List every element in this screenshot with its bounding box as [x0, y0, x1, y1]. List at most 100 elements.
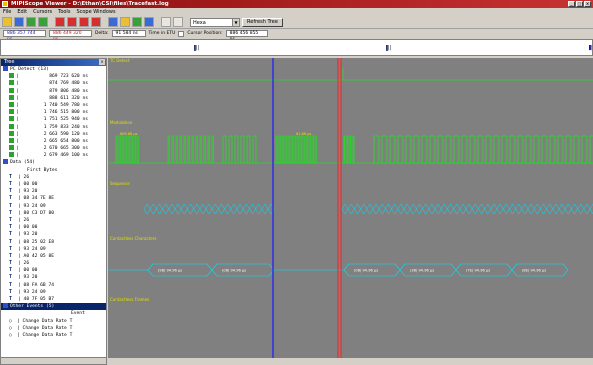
settings-icon[interactable]	[144, 17, 154, 27]
find-icon[interactable]	[120, 17, 130, 27]
tree-time-row[interactable]: | 888 611 320 ns	[1, 94, 106, 102]
tree-data-row[interactable]: T | 00 00	[1, 181, 106, 188]
tree-group-other-events[interactable]: Other Events (5)	[1, 303, 106, 311]
modulation-pulse	[207, 135, 210, 164]
tree-time-row[interactable]: | 879 806 480 ns	[1, 87, 106, 95]
modulation-pulse	[493, 135, 500, 164]
modulation-pulse	[429, 135, 436, 164]
modulation-pulse	[167, 135, 170, 164]
open-folder-icon[interactable]	[2, 17, 12, 27]
first-bytes-header: First Bytes	[27, 167, 58, 173]
tree-time-row[interactable]: | 1 751 525 940 ns	[1, 116, 106, 123]
transfer-icon: T	[9, 274, 13, 281]
tree-data-row[interactable]: T | A0 42 05 8E	[1, 253, 106, 260]
tree-group-data[interactable]: Data (54)	[1, 159, 106, 166]
tree-time-row[interactable]: | 1 746 515 800 ns	[1, 109, 106, 116]
menu-tools[interactable]: Tools	[58, 8, 70, 16]
tree-data-row[interactable]: T | 08 25 02 E8	[1, 239, 106, 246]
modulation-pulse	[133, 135, 136, 164]
sequence-symbol	[224, 203, 232, 215]
cursor1-time-field[interactable]: 886 357 744 ns	[3, 30, 46, 42]
sequence-symbol	[533, 203, 541, 215]
cursor-position-field[interactable]: 886 456 855 ns	[225, 30, 268, 42]
tree-data-row[interactable]: T | 26	[1, 260, 106, 267]
zoom-out-icon[interactable]	[38, 17, 48, 27]
menu-cursors[interactable]: Cursors	[33, 8, 52, 16]
zoom-in-icon[interactable]	[26, 17, 36, 27]
channel-label: Contactless Frames	[110, 297, 149, 302]
overview-timeline[interactable]: ||| ||| |||	[0, 39, 593, 56]
tree-data-row[interactable]: T | 00 00	[1, 267, 106, 274]
waveform-canvas[interactable]: TC Detect Modulation Sequence Contactless C…	[108, 58, 593, 365]
tree-data-row[interactable]: T | 26	[1, 174, 106, 181]
refresh-tree-button[interactable]: Refresh Tree	[242, 17, 283, 27]
sequence-symbol	[174, 203, 182, 215]
save-icon[interactable]	[14, 17, 24, 27]
cursor-icon[interactable]	[55, 17, 65, 27]
modulation-pulse	[389, 135, 396, 164]
modulation-pulse	[299, 135, 302, 164]
sequence-symbol	[242, 203, 250, 215]
tree-time-row[interactable]: | 2 670 665 300 ns	[1, 145, 106, 152]
cursor-next-icon[interactable]	[67, 17, 77, 27]
menu-file[interactable]: File	[3, 8, 11, 16]
sequence-symbol	[453, 203, 461, 215]
chevron-down-icon[interactable]: ▼	[232, 18, 239, 26]
tree-data-row[interactable]: T | 93 20	[1, 231, 106, 238]
tree-time-row[interactable]: | 1 740 549 780 ns	[1, 101, 106, 109]
modulation-pulse	[195, 135, 198, 164]
sequence-symbol	[583, 203, 591, 215]
modulation-pulse	[179, 135, 182, 164]
close-icon[interactable]: ×	[99, 59, 105, 65]
tree-event-row[interactable]: ○ | Change Data Rate T	[1, 318, 106, 325]
tree-data-row[interactable]: T | 08 34 7E 8E	[1, 195, 106, 202]
tree-group-pc-detect[interactable]: PC Detect (13)	[1, 66, 106, 73]
tree-data-row[interactable]: T | 93 20	[1, 274, 106, 281]
tree-time-row[interactable]: | 869 723 620 ns	[1, 73, 106, 80]
modulation-pulse	[118, 135, 121, 164]
modulation-pulse	[549, 135, 556, 164]
tree-data-row[interactable]: T | 40 7F 05 B7	[1, 296, 106, 303]
tree-data-row[interactable]: T | 08 FA 6B 74	[1, 282, 106, 289]
table-icon[interactable]	[173, 17, 183, 27]
tree-event-row[interactable]: ○ | Change Data Rate T	[1, 332, 106, 339]
minimize-button[interactable]: _	[568, 1, 575, 7]
event-icon	[9, 94, 14, 100]
close-button[interactable]: ×	[584, 1, 591, 7]
tree-time-row[interactable]: | 2 679 469 100 ns	[1, 152, 106, 159]
waveform-panel[interactable]: TC Detect Modulation Sequence Contactless C…	[108, 58, 593, 365]
tree-time-row[interactable]: | 874 769 480 ns	[1, 80, 106, 87]
marker-icon[interactable]	[91, 17, 101, 27]
tree-data-row[interactable]: T | 80 C3 D7 80	[1, 210, 106, 217]
sequence-symbol	[515, 203, 523, 215]
tree-event-row[interactable]: ○ | Change Data Rate T	[1, 325, 106, 332]
tree-time-row[interactable]: | 2 663 590 120 ns	[1, 130, 106, 138]
tree-data-row[interactable]: T | 26	[1, 217, 106, 224]
tree-data-row[interactable]: T | 93 24 09	[1, 246, 106, 253]
cursor2-time-field[interactable]: 886 449 320 ns	[49, 30, 92, 42]
tree-data-row[interactable]: T | 93 24 09	[1, 203, 106, 210]
etu-checkbox[interactable]	[178, 30, 185, 37]
cursor-prev-icon[interactable]	[79, 17, 89, 27]
sequence-symbol	[205, 203, 213, 215]
folder-icon	[3, 159, 8, 165]
sequence-symbol	[471, 203, 479, 215]
modulation-pulse	[397, 135, 404, 164]
sequence-symbol	[385, 203, 392, 215]
tree-horizontal-scrollbar[interactable]	[1, 357, 106, 364]
sequence-symbol	[341, 203, 349, 215]
filter-icon[interactable]	[108, 17, 118, 27]
modulation-pulse	[136, 135, 139, 164]
tree-data-row[interactable]: T | 00 00	[1, 224, 106, 231]
tree-time-row[interactable]: | 2 665 654 800 ns	[1, 137, 106, 145]
tree-time-row[interactable]: | 1 759 833 240 ns	[1, 123, 106, 131]
grid-icon[interactable]	[161, 17, 171, 27]
delta-field[interactable]: 91 584 ns	[111, 30, 146, 37]
tree-data-row[interactable]: T | 93 20	[1, 188, 106, 195]
menu-scope-windows[interactable]: Scope Windows	[76, 8, 115, 16]
menu-edit[interactable]: Edit	[17, 8, 27, 16]
maximize-button[interactable]: □	[576, 1, 583, 7]
view-mode-select[interactable]: Hexa ▼	[190, 17, 240, 27]
fit-icon[interactable]	[132, 17, 142, 27]
tree-data-row[interactable]: T | 93 24 09	[1, 289, 106, 296]
